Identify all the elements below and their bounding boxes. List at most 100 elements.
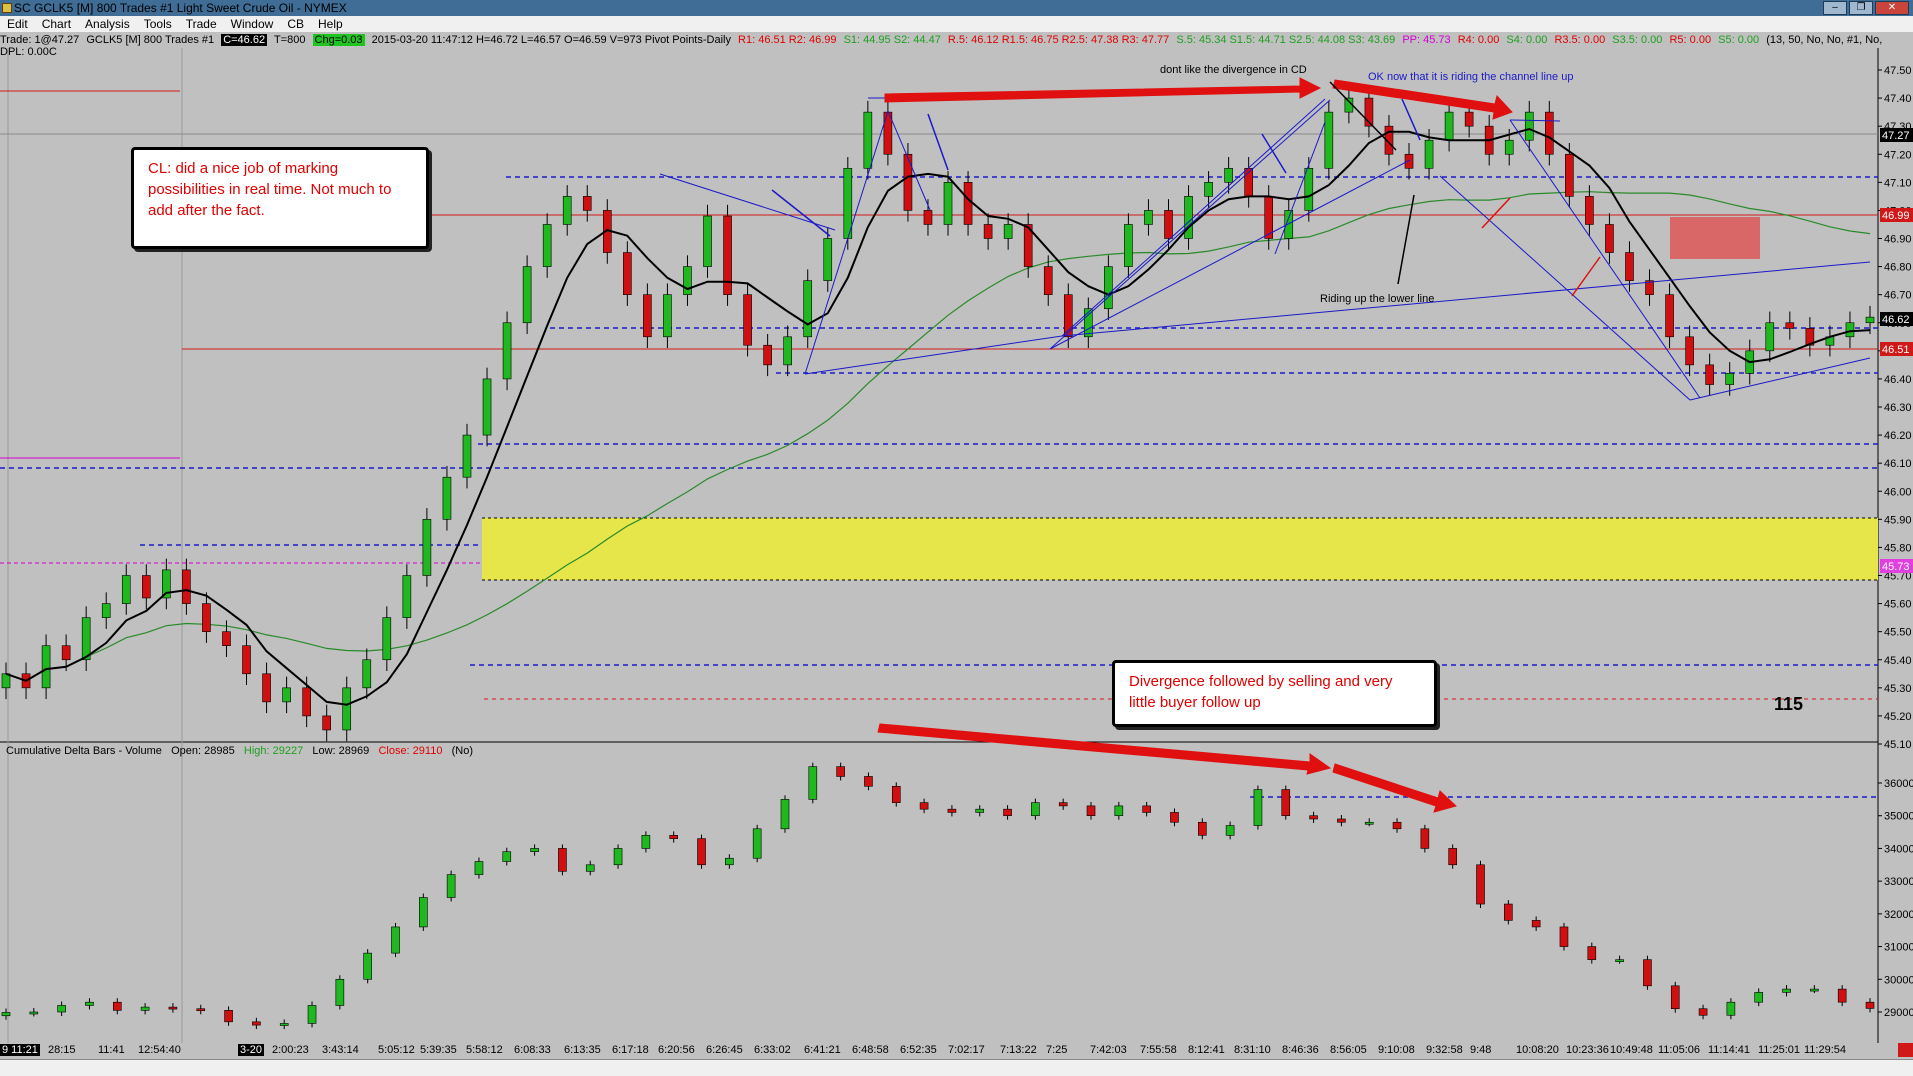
delta-bar: [975, 808, 985, 813]
candle-body: [101, 603, 111, 618]
minimize-button[interactable]: –: [1823, 1, 1847, 15]
delta-bar: [1392, 821, 1402, 830]
close-button[interactable]: ✕: [1875, 1, 1909, 15]
time-tick-label: 9:48: [1470, 1044, 1492, 1056]
delta-tick-label: 30000: [1884, 974, 1913, 986]
delta-bar: [1504, 903, 1513, 921]
candle-body: [322, 715, 331, 731]
delta-bar: [196, 1008, 206, 1012]
lower-pane-header: Cumulative Delta Bars - Volume Open: 289…: [6, 745, 473, 757]
lower-open: Open: 28985: [171, 745, 235, 757]
delta-bar: [808, 766, 818, 800]
last-price-badge: C=46.62: [221, 34, 268, 46]
red-target-zone: [1670, 217, 1760, 259]
pivot-s: S1: 44.95 S2: 44.47: [843, 34, 941, 46]
delta-bar: [1615, 959, 1624, 962]
lower-low: Low: 28969: [312, 745, 370, 757]
label-ok-now: OK now that it is riding the channel lin…: [1368, 71, 1574, 83]
delta-bar: [1031, 802, 1040, 817]
time-tick-label: 10:49:48: [1610, 1044, 1653, 1056]
candle-body: [121, 575, 131, 604]
candle-body: [1424, 139, 1434, 169]
restore-button[interactable]: ❐: [1849, 1, 1873, 15]
menu-chart[interactable]: Chart: [35, 16, 78, 32]
delta-bar: [1643, 959, 1652, 987]
candle-body: [623, 252, 632, 295]
candle-body: [202, 603, 211, 632]
pivot-pp: PP: 45.73: [1402, 34, 1451, 46]
price-axis: 47.5047.4047.3047.2047.1047.0046.9046.80…: [1878, 65, 1912, 751]
lower-pane-title: Cumulative Delta Bars - Volume: [6, 745, 162, 757]
menu-analysis[interactable]: Analysis: [78, 16, 137, 32]
price-tick-label: 45.90: [1884, 514, 1912, 526]
candle-body: [542, 224, 552, 267]
time-tick-label: 8:12:41: [1188, 1044, 1225, 1056]
candle-body: [462, 434, 472, 478]
candle-body: [1685, 336, 1694, 366]
delta-bar: [1448, 848, 1457, 866]
time-tick-label: 11:05:06: [1658, 1044, 1701, 1056]
candle-body: [1845, 322, 1855, 338]
time-tick-label: 6:52:35: [900, 1044, 937, 1056]
menu-cb[interactable]: CB: [280, 16, 311, 32]
time-tick-label: 7:42:03: [1090, 1044, 1127, 1056]
delta-bar: [947, 808, 957, 813]
delta-tick-label: 36000: [1884, 778, 1913, 790]
menu-tools[interactable]: Tools: [137, 16, 179, 32]
price-tick-label: 45.80: [1884, 542, 1912, 554]
candle-body: [1304, 167, 1314, 211]
delta-bar: [558, 848, 567, 872]
candle-body: [1705, 364, 1714, 385]
candle-body: [963, 182, 973, 225]
delta-bar: [891, 785, 901, 803]
candle-body: [1665, 294, 1674, 338]
delta-bar: [752, 828, 762, 859]
delta-bar: [585, 864, 595, 872]
time-tick-label: 7:25: [1046, 1044, 1068, 1056]
delta-bar: [1782, 988, 1791, 993]
delta-bar: [1531, 920, 1541, 928]
candle-body: [382, 617, 392, 661]
pivot-r35: R3.5: 0.00: [1554, 34, 1606, 46]
price-tick-label: 46.00: [1884, 486, 1912, 498]
delta-tick-label: 34000: [1884, 843, 1913, 855]
price-tick-label: 46.40: [1884, 374, 1912, 386]
trade-count: T=800: [273, 34, 306, 46]
menu-help[interactable]: Help: [311, 16, 350, 32]
candle-body: [562, 196, 572, 225]
menu-edit[interactable]: Edit: [0, 16, 35, 32]
delta-bar: [112, 1001, 122, 1011]
time-tick-label: 11:29:54: [1804, 1044, 1847, 1056]
candle-body: [903, 153, 913, 211]
time-tick-label: 11:41: [98, 1044, 125, 1056]
candle-body: [81, 617, 91, 661]
yellow-zone: [482, 518, 1878, 580]
delta-bar: [697, 838, 706, 866]
menu-trade[interactable]: Trade: [179, 16, 224, 32]
price-tick-label: 45.20: [1884, 711, 1912, 723]
pivot-s5: S5: 0.00: [1718, 34, 1760, 46]
candle-body: [482, 378, 492, 436]
candle-body: [1124, 224, 1133, 267]
delta-bar: [168, 1006, 178, 1010]
time-tick-label: 9:10:08: [1378, 1044, 1415, 1056]
delta-tick-label: 33000: [1884, 876, 1913, 888]
candle-body: [1, 673, 11, 689]
delta-bar: [57, 1005, 66, 1013]
time-tick-label: 11:25:01: [1758, 1044, 1801, 1056]
candle-body: [1725, 372, 1734, 385]
delta-bar: [1253, 789, 1263, 826]
title-bar: SC GCLK5 [M] 800 Trades #1 Light Sweet C…: [0, 0, 1913, 16]
time-tick-label: 7:55:58: [1140, 1044, 1177, 1056]
delta-tick-label: 29000: [1884, 1007, 1913, 1019]
delta-bar: [836, 766, 845, 777]
time-tick-label: 8:56:05: [1330, 1044, 1367, 1056]
time-tick-label: 8:46:36: [1282, 1044, 1319, 1056]
menu-window[interactable]: Window: [224, 16, 281, 32]
tag-red-low-text: 46.51: [1882, 344, 1910, 356]
time-tick-label: 10:08:20: [1516, 1044, 1559, 1056]
price-tick-label: 46.20: [1884, 430, 1912, 442]
delta-bar: [1114, 805, 1124, 817]
candle-body: [242, 645, 251, 675]
candle-body: [1464, 111, 1474, 127]
